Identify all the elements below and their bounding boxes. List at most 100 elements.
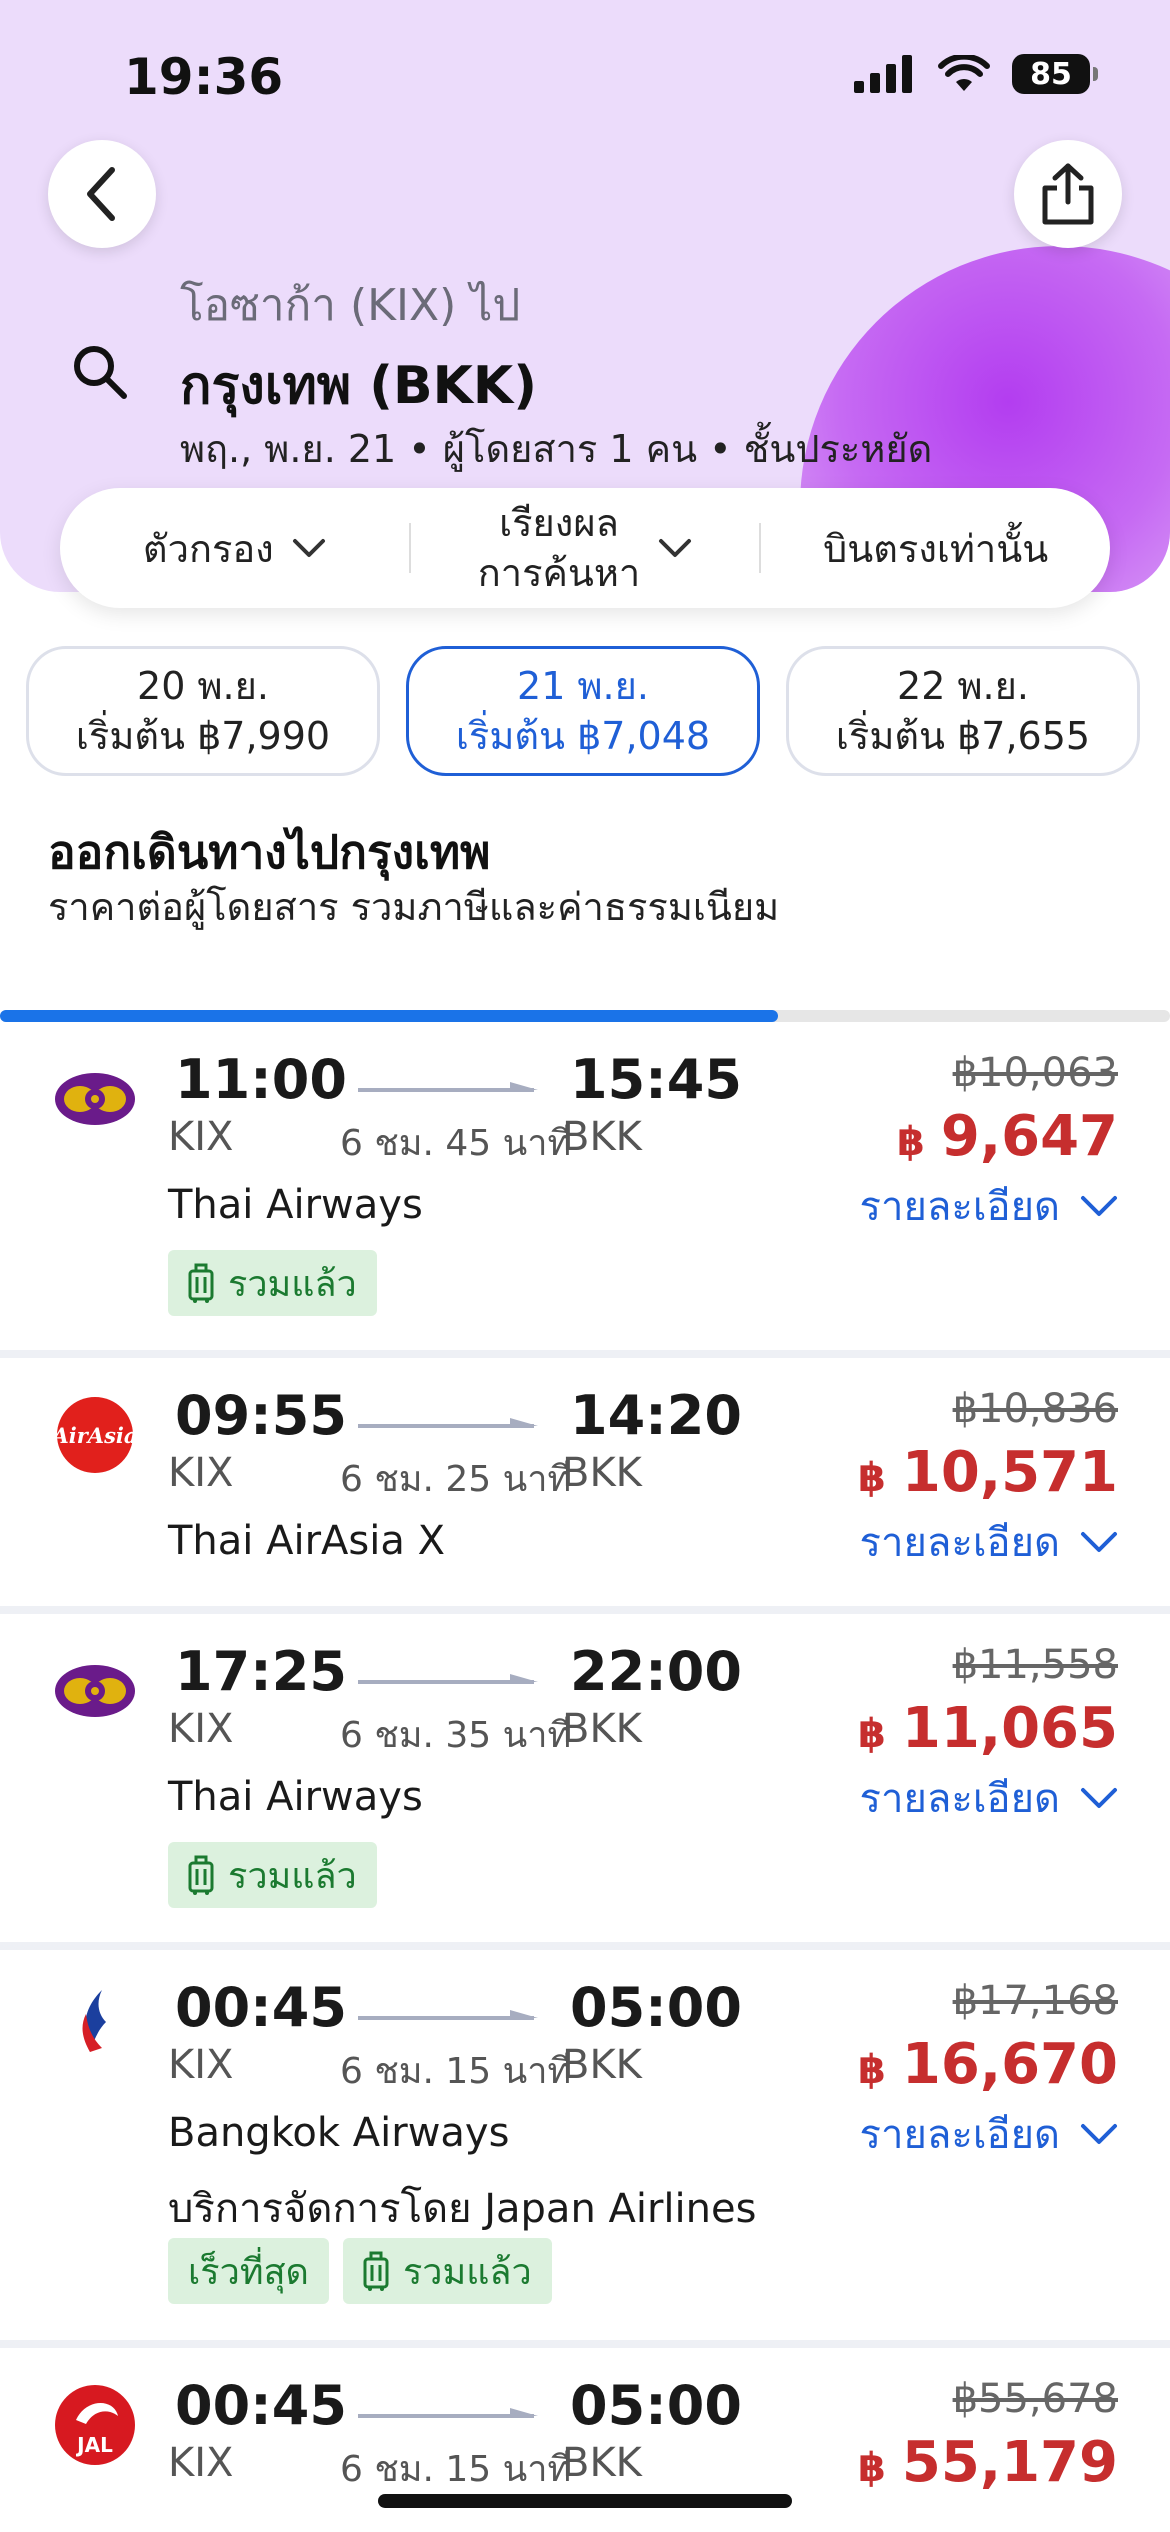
svg-text:AirAsia: AirAsia [50, 1423, 137, 1448]
details-toggle[interactable]: รายละเอียด [860, 2102, 1119, 2166]
share-button[interactable] [1014, 140, 1122, 248]
operated-by: บริการจัดการโดย Japan Airlines [168, 2186, 757, 2232]
share-icon [1042, 163, 1094, 225]
departure-airport: KIX [168, 2042, 234, 2088]
cellular-signal-icon [854, 55, 912, 93]
route-meta: พฤ., พ.ย. 21 • ผู้โดยสาร 1 คน • ชั้นประห… [180, 427, 933, 471]
date-label: 20 พ.ย. [137, 664, 269, 708]
date-selector: 20 พ.ย. เริ่มต้น ฿7,990 21 พ.ย. เริ่มต้น… [0, 646, 1170, 782]
flight-result[interactable]: 00:45 KIX 6 ชม. 15 นาที 05:00 BKK Bangkok Air… [0, 1954, 1170, 2336]
details-toggle[interactable]: รายละเอียด [860, 1174, 1119, 1238]
back-button[interactable] [48, 140, 156, 248]
flight-duration: 6 ชม. 25 นาที [340, 1459, 572, 1500]
wifi-icon [938, 55, 990, 91]
flight-arrow-icon [358, 1082, 538, 1092]
nonstop-only-toggle[interactable]: บินตรงเท่านั้น [761, 518, 1110, 579]
loading-progress-bar [0, 1010, 1170, 1022]
bangkok-airways-logo [50, 1982, 140, 2072]
original-price: ฿11,558 [952, 1642, 1118, 1688]
original-price: ฿55,678 [952, 2376, 1118, 2422]
current-price: ฿ 11,065 [858, 1696, 1118, 1761]
arrival-time: 14:20 [570, 1384, 742, 1447]
flight-duration: 6 ชม. 15 นาที [340, 2051, 572, 2092]
airasia-logo: AirAsia [50, 1390, 140, 1480]
date-option[interactable]: 20 พ.ย. เริ่มต้น ฿7,990 [26, 646, 380, 776]
luggage-icon [363, 2251, 389, 2291]
baggage-included-badge: รวมแล้ว [168, 1842, 377, 1908]
currency-symbol: ฿ [858, 1455, 886, 1501]
luggage-icon [188, 1263, 214, 1303]
badge-label: เร็วที่สุด [188, 2251, 309, 2293]
price-value: 55,179 [901, 2430, 1118, 2495]
status-time: 19:36 [124, 48, 284, 106]
currency-symbol: ฿ [858, 2047, 886, 2093]
details-toggle[interactable]: รายละเอียด [860, 1766, 1119, 1830]
search-icon[interactable] [70, 342, 130, 402]
details-label: รายละเอียด [859, 1776, 1061, 1822]
date-option[interactable]: 22 พ.ย. เริ่มต้น ฿7,655 [786, 646, 1140, 776]
chevron-down-icon [1081, 1196, 1117, 1216]
price-value: 11,065 [901, 1696, 1118, 1761]
date-price: เริ่มต้น ฿7,990 [75, 714, 331, 758]
flight-result[interactable]: AirAsia 09:55 KIX 6 ชม. 25 นาที 14:20 BKK Thai… [0, 1362, 1170, 1602]
flight-arrow-icon [358, 1674, 538, 1684]
date-label: 21 พ.ย. [517, 664, 649, 708]
date-label: 22 พ.ย. [897, 664, 1029, 708]
nonstop-label: บินตรงเท่านั้น [823, 526, 1049, 571]
svg-text:JAL: JAL [75, 2433, 113, 2457]
thai-airways-logo [50, 1054, 140, 1144]
date-option-selected[interactable]: 21 พ.ย. เริ่มต้น ฿7,048 [406, 646, 760, 776]
departure-airport: KIX [168, 1450, 234, 1496]
badge-group: รวมแล้ว [168, 1250, 377, 1316]
departure-time: 17:25 [175, 1640, 347, 1703]
flight-result[interactable]: 11:00 KIX 6 ชม. 45 นาที 15:45 BKK Thai Airway… [0, 1026, 1170, 1346]
departure-airport: KIX [168, 2440, 234, 2486]
list-divider [0, 1606, 1170, 1614]
arrival-airport: BKK [562, 1450, 642, 1496]
chevron-left-icon [87, 167, 115, 221]
airline-name: Thai Airways [168, 1774, 423, 1820]
luggage-icon [188, 1855, 214, 1895]
flight-duration: 6 ชม. 15 นาที [340, 2449, 572, 2490]
flight-arrow-icon [358, 2408, 538, 2418]
section-subtitle: ราคาต่อผู้โดยสาร รวมภาษีและค่าธรรมเนียม [48, 885, 780, 929]
price-value: 16,670 [901, 2032, 1118, 2097]
badge-label: รวมแล้ว [402, 2251, 532, 2293]
filter-button[interactable]: ตัวกรอง [60, 518, 409, 579]
price-value: 10,571 [901, 1440, 1118, 1505]
date-price: เริ่มต้น ฿7,048 [455, 714, 711, 758]
arrival-time: 05:00 [570, 1976, 742, 2039]
list-divider [0, 1350, 1170, 1358]
flight-result[interactable]: 17:25 KIX 6 ชม. 35 นาที 22:00 BKK Thai Airway… [0, 1618, 1170, 1938]
baggage-included-badge: รวมแล้ว [168, 1250, 377, 1316]
departure-airport: KIX [168, 1114, 234, 1160]
jal-logo: JAL [50, 2380, 140, 2470]
airline-name: Thai Airways [168, 1182, 423, 1228]
route-origin: โอซาก้า (KIX) ไป [180, 280, 521, 331]
badge-label: รวมแล้ว [228, 1263, 357, 1305]
chevron-down-icon [659, 539, 692, 557]
flight-duration: 6 ชม. 35 นาที [340, 1715, 572, 1756]
battery-indicator: 85 [1012, 54, 1098, 94]
departure-time: 09:55 [175, 1384, 347, 1447]
arrival-time: 15:45 [570, 1048, 742, 1111]
badge-group: รวมแล้ว [168, 1842, 377, 1908]
badge-group: เร็วที่สุด รวมแล้ว [168, 2238, 552, 2304]
baggage-included-badge: รวมแล้ว [342, 2238, 552, 2304]
current-price: ฿ 16,670 [858, 2032, 1118, 2097]
fastest-badge: เร็วที่สุด [168, 2238, 329, 2304]
price-value: 9,647 [940, 1104, 1118, 1169]
airline-name: Bangkok Airways [168, 2110, 510, 2156]
route-destination[interactable]: กรุงเทพ (BKK) [180, 343, 537, 426]
chevron-down-icon [1081, 1788, 1117, 1808]
arrival-airport: BKK [562, 2440, 642, 2486]
details-label: รายละเอียด [859, 1520, 1061, 1566]
original-price: ฿17,168 [952, 1978, 1118, 2024]
details-label: รายละเอียด [859, 2112, 1061, 2158]
sort-button[interactable]: เรียงผล การค้นหา [411, 498, 760, 598]
details-toggle[interactable]: รายละเอียด [860, 1510, 1119, 1574]
sort-label: เรียงผล การค้นหา [478, 498, 641, 598]
details-label: รายละเอียด [859, 1184, 1061, 1230]
filter-label: ตัวกรอง [142, 526, 274, 571]
departure-airport: KIX [168, 1706, 234, 1752]
